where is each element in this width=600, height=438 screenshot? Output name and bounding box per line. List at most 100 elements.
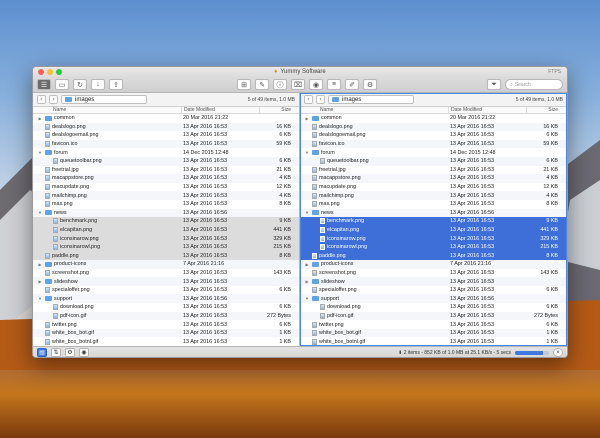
minimize-window-button[interactable] bbox=[47, 69, 53, 75]
file-row[interactable]: mas.png 13 Apr 2016 16:53 8 KB bbox=[33, 200, 299, 209]
folder-row[interactable]: ▼ support 13 Apr 2016 16:56 bbox=[33, 294, 299, 304]
disclosure-triangle-icon[interactable]: ▶ bbox=[304, 262, 310, 267]
file-row[interactable]: elcapitan.png 13 Apr 2016 16:53 441 KB bbox=[300, 225, 567, 235]
eye-icon[interactable]: ◉ bbox=[79, 348, 89, 357]
file-row[interactable]: dealslogo.png 13 Apr 2016 16:53 16 KB bbox=[33, 122, 299, 132]
forward-icon[interactable]: › bbox=[316, 95, 325, 104]
file-row[interactable]: iconsinarow.png 13 Apr 2016 16:53 329 KB bbox=[300, 234, 567, 243]
download-button[interactable]: ↓ bbox=[91, 79, 105, 90]
file-row[interactable]: paddle.png 13 Apr 2016 16:53 8 KB bbox=[33, 251, 299, 261]
file-row[interactable]: white_box_bot.gif 13 Apr 2016 16:53 1 KB bbox=[300, 328, 567, 338]
file-row[interactable]: mailchimp.png 13 Apr 2016 16:53 4 KB bbox=[33, 191, 299, 200]
new-folder-button[interactable]: ⊞ bbox=[237, 79, 251, 90]
file-row[interactable]: freetrial.jpg 13 Apr 2016 16:53 21 KB bbox=[33, 166, 299, 175]
edit-button[interactable]: ✎ bbox=[255, 79, 269, 90]
single-pane-view-button[interactable]: ▭ bbox=[55, 79, 69, 90]
file-row[interactable]: benchmark.png 13 Apr 2016 16:53 9 KB bbox=[33, 217, 299, 226]
file-row[interactable]: macupdate.png 13 Apr 2016 16:53 12 KB bbox=[300, 183, 567, 192]
right-path-selector[interactable]: images bbox=[328, 95, 414, 104]
folder-row[interactable]: ▼ news 13 Apr 2016 16:56 bbox=[33, 208, 299, 218]
disclosure-triangle-icon[interactable]: ▼ bbox=[37, 296, 43, 301]
date-column-header[interactable]: Date Modified bbox=[181, 107, 259, 113]
file-row[interactable]: download.png 13 Apr 2016 16:53 6 KB bbox=[33, 303, 299, 312]
folder-row[interactable]: ▶ slideshow 13 Apr 2016 16:53 bbox=[33, 277, 299, 286]
folder-row[interactable]: ▶ product-icons 7 Apr 2016 21:16 bbox=[300, 260, 567, 269]
back-icon[interactable]: ‹ bbox=[304, 95, 313, 104]
file-row[interactable]: screenshot.png 13 Apr 2016 16:53 143 KB bbox=[300, 269, 567, 278]
file-row[interactable]: specialoffer.png 13 Apr 2016 16:53 6 KB bbox=[300, 286, 567, 295]
dual-pane-view-button[interactable]: ☰ bbox=[37, 79, 51, 90]
sidebar-toggle-button[interactable]: ▤ bbox=[37, 348, 47, 357]
cancel-transfer-icon[interactable]: × bbox=[553, 348, 563, 357]
file-row[interactable]: macupdate.png 13 Apr 2016 16:53 12 KB bbox=[33, 183, 299, 192]
edit-file-button[interactable]: ✐ bbox=[345, 79, 359, 90]
disclosure-triangle-icon[interactable]: ▶ bbox=[37, 279, 43, 284]
folder-row[interactable]: ▼ forum 14 Dec 2015 12:48 bbox=[300, 148, 567, 157]
disclosure-triangle-icon[interactable]: ▶ bbox=[304, 279, 310, 284]
file-row[interactable]: pdf-icon.gif 13 Apr 2016 16:53 272 Bytes bbox=[300, 311, 567, 321]
disclosure-triangle-icon[interactable]: ▼ bbox=[304, 296, 310, 301]
settings-icon[interactable]: ⚙ bbox=[65, 348, 75, 357]
filter-icon[interactable]: ⏷ bbox=[487, 79, 501, 90]
folder-row[interactable]: ▶ common 20 Mar 2016 21:22 bbox=[300, 114, 567, 123]
file-row[interactable]: benchmark.png 13 Apr 2016 16:53 9 KB bbox=[300, 217, 567, 226]
file-row[interactable]: iconsinarowl.png 13 Apr 2016 16:53 215 KB bbox=[300, 242, 567, 252]
list-view-button[interactable]: ≡ bbox=[327, 79, 341, 90]
file-row[interactable]: twitter.png 13 Apr 2016 16:53 6 KB bbox=[300, 320, 567, 329]
file-row[interactable]: mailchimp.png 13 Apr 2016 16:53 4 KB bbox=[300, 191, 567, 200]
file-row[interactable]: queuetoolbar.png 13 Apr 2016 16:53 6 KB bbox=[300, 156, 567, 166]
file-row[interactable]: queuetoolbar.png 13 Apr 2016 16:53 6 KB bbox=[33, 156, 299, 166]
file-row[interactable]: paddle.png 13 Apr 2016 16:53 8 KB bbox=[300, 251, 567, 261]
file-row[interactable]: white_box_botnl.gif 13 Apr 2016 16:53 1 KB bbox=[33, 337, 299, 346]
file-row[interactable]: screenshot.png 13 Apr 2016 16:53 143 KB bbox=[33, 269, 299, 278]
file-row[interactable]: mas.png 13 Apr 2016 16:53 8 KB bbox=[300, 200, 567, 209]
file-row[interactable]: pdf-icon.gif 13 Apr 2016 16:53 272 Bytes bbox=[33, 311, 299, 321]
forward-icon[interactable]: › bbox=[49, 95, 58, 104]
disclosure-triangle-icon[interactable]: ▼ bbox=[304, 150, 310, 155]
file-row[interactable]: macappstore.png 13 Apr 2016 16:53 4 KB bbox=[300, 174, 567, 183]
folder-row[interactable]: ▶ slideshow 13 Apr 2016 16:53 bbox=[300, 277, 567, 286]
disclosure-triangle-icon[interactable]: ▶ bbox=[304, 116, 310, 121]
name-column-header[interactable]: Name bbox=[300, 107, 448, 113]
settings-gear-icon[interactable]: ⚙ bbox=[363, 79, 377, 90]
folder-row[interactable]: ▶ product-icons 7 Apr 2016 21:16 bbox=[33, 260, 299, 269]
refresh-button[interactable]: ↻ bbox=[73, 79, 87, 90]
disclosure-triangle-icon[interactable]: ▼ bbox=[37, 150, 43, 155]
disclosure-triangle-icon[interactable]: ▼ bbox=[37, 210, 43, 215]
disclosure-triangle-icon[interactable]: ▶ bbox=[37, 262, 43, 267]
folder-row[interactable]: ▼ news 13 Apr 2016 16:56 bbox=[300, 208, 567, 218]
disclosure-triangle-icon[interactable]: ▶ bbox=[37, 116, 43, 121]
info-icon[interactable]: ⓘ bbox=[273, 79, 287, 90]
search-field[interactable]: ⌕ Search bbox=[505, 79, 563, 90]
disclosure-triangle-icon[interactable]: ▼ bbox=[304, 210, 310, 215]
folder-row[interactable]: ▼ support 13 Apr 2016 16:56 bbox=[300, 294, 567, 304]
file-row[interactable]: white_box_botnl.gif 13 Apr 2016 16:53 1 KB bbox=[300, 337, 567, 346]
file-row[interactable]: freetrial.jpg 13 Apr 2016 16:53 21 KB bbox=[300, 166, 567, 175]
folder-row[interactable]: ▶ common 20 Mar 2016 21:22 bbox=[33, 114, 299, 123]
quicklook-button[interactable]: ◉ bbox=[309, 79, 323, 90]
left-path-selector[interactable]: images bbox=[61, 95, 147, 104]
file-row[interactable]: twitter.png 13 Apr 2016 16:53 6 KB bbox=[33, 320, 299, 329]
file-row[interactable]: macappstore.png 13 Apr 2016 16:53 4 KB bbox=[33, 174, 299, 183]
back-icon[interactable]: ‹ bbox=[37, 95, 46, 104]
file-row[interactable]: dealslogo.png 13 Apr 2016 16:53 16 KB bbox=[300, 122, 567, 132]
name-column-header[interactable]: Name bbox=[33, 107, 181, 113]
sync-icon[interactable]: ⇅ bbox=[51, 348, 61, 357]
delete-button[interactable]: ⌧ bbox=[291, 79, 305, 90]
file-row[interactable]: favicon.ico 13 Apr 2016 16:53 59 KB bbox=[300, 139, 567, 149]
file-row[interactable]: dealslogoemail.png 13 Apr 2016 16:53 6 KB bbox=[300, 131, 567, 140]
file-row[interactable]: favicon.ico 13 Apr 2016 16:53 59 KB bbox=[33, 139, 299, 149]
folder-row[interactable]: ▼ forum 14 Dec 2015 12:48 bbox=[33, 148, 299, 157]
file-row[interactable]: elcapitan.png 13 Apr 2016 16:53 441 KB bbox=[33, 225, 299, 235]
file-row[interactable]: dealslogoemail.png 13 Apr 2016 16:53 6 KB bbox=[33, 131, 299, 140]
size-column-header[interactable]: Size bbox=[526, 107, 562, 113]
file-row[interactable]: white_box_bot.gif 13 Apr 2016 16:53 1 KB bbox=[33, 328, 299, 338]
date-column-header[interactable]: Date Modified bbox=[448, 107, 526, 113]
file-row[interactable]: iconsinarow.png 13 Apr 2016 16:53 329 KB bbox=[33, 234, 299, 243]
close-window-button[interactable] bbox=[38, 69, 44, 75]
size-column-header[interactable]: Size bbox=[259, 107, 295, 113]
zoom-window-button[interactable] bbox=[56, 69, 62, 75]
upload-button[interactable]: ⇪ bbox=[109, 79, 123, 90]
file-row[interactable]: iconsinarowl.png 13 Apr 2016 16:53 215 KB bbox=[33, 242, 299, 252]
file-row[interactable]: specialoffer.png 13 Apr 2016 16:53 6 KB bbox=[33, 286, 299, 295]
